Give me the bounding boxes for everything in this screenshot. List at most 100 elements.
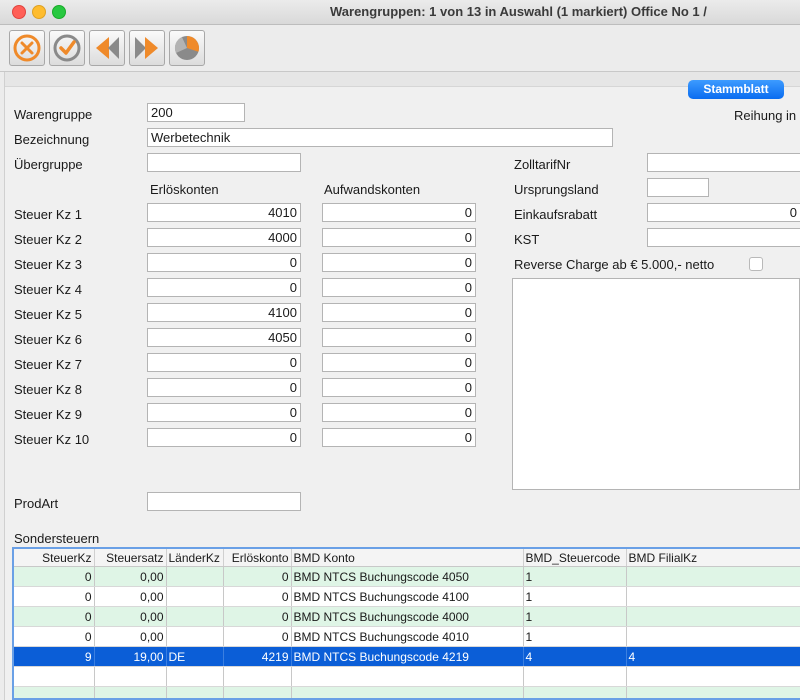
toolbar bbox=[0, 25, 800, 72]
minimize-window-button[interactable] bbox=[32, 5, 46, 19]
steuer-kz-7-label: Steuer Kz 7 bbox=[14, 357, 82, 372]
erloeskonto-10-field[interactable]: 0 bbox=[147, 428, 301, 447]
cell-steuersatz: 0,00 bbox=[94, 586, 167, 607]
col-erloeskonto-header[interactable]: Erlöskonto bbox=[223, 549, 292, 567]
aufwandskonto-3-field[interactable]: 0 bbox=[322, 253, 476, 272]
chart-icon bbox=[174, 36, 199, 60]
cell-laenderkz bbox=[166, 606, 224, 627]
einkaufsrabatt-field[interactable]: 0 bbox=[647, 203, 800, 222]
erloeskonto-8-field[interactable]: 0 bbox=[147, 378, 301, 397]
cell-steuerkz: 0 bbox=[14, 586, 95, 607]
next-record-button[interactable] bbox=[129, 30, 165, 66]
einkaufsrabatt-label: Einkaufsrabatt bbox=[514, 207, 598, 222]
previous-record-button[interactable] bbox=[89, 30, 125, 66]
cell-bmd-filialkz bbox=[626, 606, 800, 627]
chart-button[interactable] bbox=[169, 30, 205, 66]
aufwandskonto-2-field[interactable]: 0 bbox=[322, 228, 476, 247]
cell-erloeskonto: 0 bbox=[223, 626, 292, 647]
aufwandskonto-5-field[interactable]: 0 bbox=[322, 303, 476, 322]
erloeskonto-7-field[interactable]: 0 bbox=[147, 353, 301, 372]
erloeskonto-3-field[interactable]: 0 bbox=[147, 253, 301, 272]
cell-bmd-filialkz bbox=[626, 566, 800, 587]
cell-bmd-steuercode: 1 bbox=[523, 606, 627, 627]
cell-steuerkz: 0 bbox=[14, 626, 95, 647]
erloeskonto-9-field[interactable]: 0 bbox=[147, 403, 301, 422]
erloeskonto-6-field[interactable]: 4050 bbox=[147, 328, 301, 347]
table-row[interactable]: 0 0,00 0 BMD NTCS Buchungscode 4000 1 bbox=[14, 606, 800, 627]
col-steuersatz-header[interactable]: Steuersatz bbox=[94, 549, 167, 567]
cell-bmd-steuercode: 1 bbox=[523, 566, 627, 587]
reverse-charge-checkbox[interactable] bbox=[749, 257, 763, 271]
sondersteuern-title: Sondersteuern bbox=[14, 531, 100, 546]
reihung-label: Reihung in bbox=[734, 108, 797, 123]
aufwandskonto-7-field[interactable]: 0 bbox=[322, 353, 476, 372]
cell-steuersatz: 0,00 bbox=[94, 566, 167, 587]
uebergruppe-field[interactable] bbox=[147, 153, 301, 172]
erloeskonto-4-field[interactable]: 0 bbox=[147, 278, 301, 297]
prodart-label: ProdArt bbox=[14, 496, 59, 511]
steuer-kz-3-label: Steuer Kz 3 bbox=[14, 257, 82, 272]
cell-steuerkz: 0 bbox=[14, 566, 95, 587]
table-row-selected[interactable]: 9 19,00 DE 4219 BMD NTCS Buchungscode 42… bbox=[14, 646, 800, 667]
aufwandskonto-6-field[interactable]: 0 bbox=[322, 328, 476, 347]
zoom-window-button[interactable] bbox=[52, 5, 66, 19]
col-laenderkz-header[interactable]: LänderKz bbox=[166, 549, 224, 567]
cell-steuersatz: 19,00 bbox=[94, 646, 167, 667]
prodart-field[interactable] bbox=[147, 492, 301, 511]
table-row-empty[interactable] bbox=[14, 686, 800, 698]
col-bmd-filialkz-header[interactable]: BMD FilialKz bbox=[626, 549, 800, 567]
kst-label: KST bbox=[514, 232, 540, 247]
cell-erloeskonto: 0 bbox=[223, 586, 292, 607]
bezeichnung-label: Bezeichnung bbox=[14, 132, 90, 147]
cell-bmd-filialkz: 4 bbox=[626, 646, 800, 667]
previous-icon bbox=[96, 37, 119, 59]
reverse-charge-label: Reverse Charge ab € 5.000,- netto bbox=[514, 257, 715, 272]
cell-bmd-konto: BMD NTCS Buchungscode 4100 bbox=[291, 586, 524, 607]
kst-field[interactable] bbox=[647, 228, 800, 247]
cell-bmd-konto: BMD NTCS Buchungscode 4219 bbox=[291, 646, 524, 667]
col-bmd-steuercode-header[interactable]: BMD_Steuercode bbox=[523, 549, 627, 567]
table-row-empty[interactable] bbox=[14, 666, 800, 687]
aufwandskonto-8-field[interactable]: 0 bbox=[322, 378, 476, 397]
aufwandskonto-9-field[interactable]: 0 bbox=[322, 403, 476, 422]
steuer-kz-4-label: Steuer Kz 4 bbox=[14, 282, 82, 297]
aufwandskonto-1-field[interactable]: 0 bbox=[322, 203, 476, 222]
steuer-kz-2-label: Steuer Kz 2 bbox=[14, 232, 82, 247]
warengruppe-field[interactable]: 200 bbox=[147, 103, 245, 122]
steuer-kz-8-label: Steuer Kz 8 bbox=[14, 382, 82, 397]
cell-bmd-steuercode: 1 bbox=[523, 626, 627, 647]
close-window-button[interactable] bbox=[12, 5, 26, 19]
cell-bmd-filialkz bbox=[626, 626, 800, 647]
erloeskonto-2-field[interactable]: 4000 bbox=[147, 228, 301, 247]
next-icon bbox=[135, 37, 158, 59]
ursprungsland-field[interactable] bbox=[647, 178, 709, 197]
cancel-button[interactable] bbox=[9, 30, 45, 66]
erloeskonto-1-field[interactable]: 4010 bbox=[147, 203, 301, 222]
stammblatt-button[interactable]: Stammblatt bbox=[688, 80, 784, 99]
cell-bmd-konto: BMD NTCS Buchungscode 4050 bbox=[291, 566, 524, 587]
col-bmd-konto-header[interactable]: BMD Konto bbox=[291, 549, 524, 567]
aufwandskonto-4-field[interactable]: 0 bbox=[322, 278, 476, 297]
steuer-kz-10-label: Steuer Kz 10 bbox=[14, 432, 90, 447]
erloeskonto-5-field[interactable]: 4100 bbox=[147, 303, 301, 322]
cell-erloeskonto: 0 bbox=[223, 566, 292, 587]
cell-laenderkz: DE bbox=[166, 646, 224, 667]
cell-erloeskonto: 4219 bbox=[223, 646, 292, 667]
cell-bmd-steuercode: 1 bbox=[523, 586, 627, 607]
zolltarif-field[interactable] bbox=[647, 153, 800, 172]
table-header-row: SteuerKz Steuersatz LänderKz Erlöskonto … bbox=[14, 549, 800, 567]
title-bar: Warengruppen: 1 von 13 in Auswahl (1 mar… bbox=[0, 0, 800, 25]
confirm-button[interactable] bbox=[49, 30, 85, 66]
table-row[interactable]: 0 0,00 0 BMD NTCS Buchungscode 4100 1 bbox=[14, 586, 800, 607]
col-steuerkz-header[interactable]: SteuerKz bbox=[14, 549, 95, 567]
notes-area[interactable] bbox=[512, 278, 800, 490]
aufwandskonto-10-field[interactable]: 0 bbox=[322, 428, 476, 447]
erloeskonten-header: Erlöskonten bbox=[150, 182, 219, 197]
sondersteuern-table[interactable]: SteuerKz Steuersatz LänderKz Erlöskonto … bbox=[12, 547, 800, 700]
bezeichnung-field[interactable]: Werbetechnik bbox=[147, 128, 613, 147]
steuer-kz-6-label: Steuer Kz 6 bbox=[14, 332, 82, 347]
cell-steuersatz: 0,00 bbox=[94, 626, 167, 647]
table-row[interactable]: 0 0,00 0 BMD NTCS Buchungscode 4050 1 bbox=[14, 566, 800, 587]
cell-bmd-steuercode: 4 bbox=[523, 646, 627, 667]
table-row[interactable]: 0 0,00 0 BMD NTCS Buchungscode 4010 1 bbox=[14, 626, 800, 647]
